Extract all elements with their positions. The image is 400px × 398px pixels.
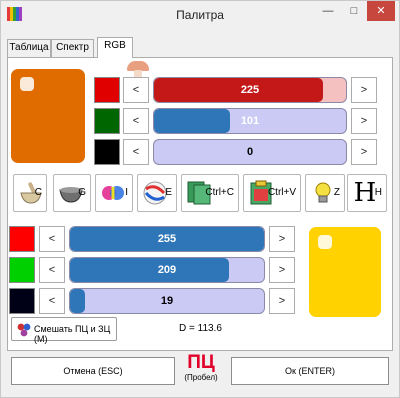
secondary-color-swatch[interactable]: [309, 227, 381, 317]
tab-table[interactable]: Таблица: [7, 39, 51, 57]
green-channel-swatch: [9, 257, 35, 283]
red-channel-swatch: [9, 226, 35, 252]
green-decrease-button[interactable]: <: [39, 257, 65, 283]
green-increase-button[interactable]: >: [269, 257, 295, 283]
tool-shortcut-label: Z: [333, 187, 340, 198]
red-slider[interactable]: 225: [153, 77, 347, 103]
maximize-button[interactable]: □: [341, 1, 367, 21]
blue-slider[interactable]: 19: [69, 288, 265, 314]
red-decrease-button[interactable]: <: [123, 77, 149, 103]
ok-button[interactable]: Ок (ENTER): [231, 357, 389, 385]
green-increase-button[interactable]: >: [351, 108, 377, 134]
tool-button-3[interactable]: I: [95, 174, 133, 212]
title-bar: Палитра — □ ✕: [1, 1, 399, 31]
tab-rgb[interactable]: RGB: [97, 37, 133, 58]
green-slider[interactable]: 209: [69, 257, 265, 283]
red-channel-swatch: [94, 77, 120, 103]
mix-colors-button[interactable]: Смешать ПЦ и ЗЦ (M): [11, 317, 117, 344]
red-decrease-button[interactable]: <: [39, 226, 65, 252]
close-button[interactable]: ✕: [367, 1, 395, 21]
tool-button-8[interactable]: H H: [347, 174, 387, 212]
tool-button-6[interactable]: Ctrl+V: [243, 174, 301, 212]
primary-color-label: ПЦ: [187, 352, 215, 373]
primary-color-indicator[interactable]: ПЦ (Пробел): [181, 352, 221, 383]
tab-spectrum[interactable]: Спектр: [51, 39, 94, 57]
tool-shortcut-label: Ctrl+V: [267, 187, 296, 198]
minimize-button[interactable]: —: [315, 1, 341, 21]
swap-arrows-icon: [142, 180, 168, 206]
blue-decrease-button[interactable]: <: [123, 139, 149, 165]
blue-increase-button[interactable]: >: [269, 288, 295, 314]
cancel-button[interactable]: Отмена (ESC): [11, 357, 175, 385]
green-decrease-button[interactable]: <: [123, 108, 149, 134]
blue-channel-swatch: [94, 139, 120, 165]
red-increase-button[interactable]: >: [269, 226, 295, 252]
blend-dots-icon: [17, 323, 31, 337]
color-distance: D = 113.6: [179, 323, 222, 334]
blue-decrease-button[interactable]: <: [39, 288, 65, 314]
green-value: 101: [240, 115, 260, 127]
tool-shortcut-label: G: [78, 187, 86, 198]
blue-value: 19: [160, 295, 174, 307]
green-channel-swatch: [94, 108, 120, 134]
tool-shortcut-label: I: [125, 187, 128, 198]
green-slider[interactable]: 101: [153, 108, 347, 134]
red-slider[interactable]: 255: [69, 226, 265, 252]
red-value: 225: [240, 84, 260, 96]
tool-button-5[interactable]: Ctrl+C: [181, 174, 239, 212]
color-circles-icon: [100, 180, 126, 206]
red-increase-button[interactable]: >: [351, 77, 377, 103]
tool-shortcut-label: E: [165, 187, 172, 198]
red-value: 255: [157, 233, 177, 245]
blue-increase-button[interactable]: >: [351, 139, 377, 165]
primary-color-swatch[interactable]: [11, 69, 85, 163]
tool-shortcut-label: H: [374, 187, 382, 198]
lightbulb-icon: [310, 180, 336, 206]
blue-value: 0: [246, 146, 254, 158]
green-value: 209: [157, 264, 177, 276]
tool-shortcut-label: Ctrl+C: [205, 187, 234, 198]
tool-shortcut-label: C: [34, 187, 42, 198]
tool-button-1[interactable]: C: [13, 174, 47, 212]
tool-button-7[interactable]: Z: [305, 174, 345, 212]
blue-channel-swatch: [9, 288, 35, 314]
tool-button-2[interactable]: G: [53, 174, 91, 212]
tool-button-4[interactable]: E: [137, 174, 177, 212]
space-key-hint: (Пробел): [184, 373, 218, 382]
mix-colors-label: Смешать ПЦ и ЗЦ (M): [34, 324, 111, 344]
blue-slider[interactable]: 0: [153, 139, 347, 165]
palette-window: Палитра — □ ✕ Таблица Спектр RGB < 225 >…: [0, 0, 400, 398]
